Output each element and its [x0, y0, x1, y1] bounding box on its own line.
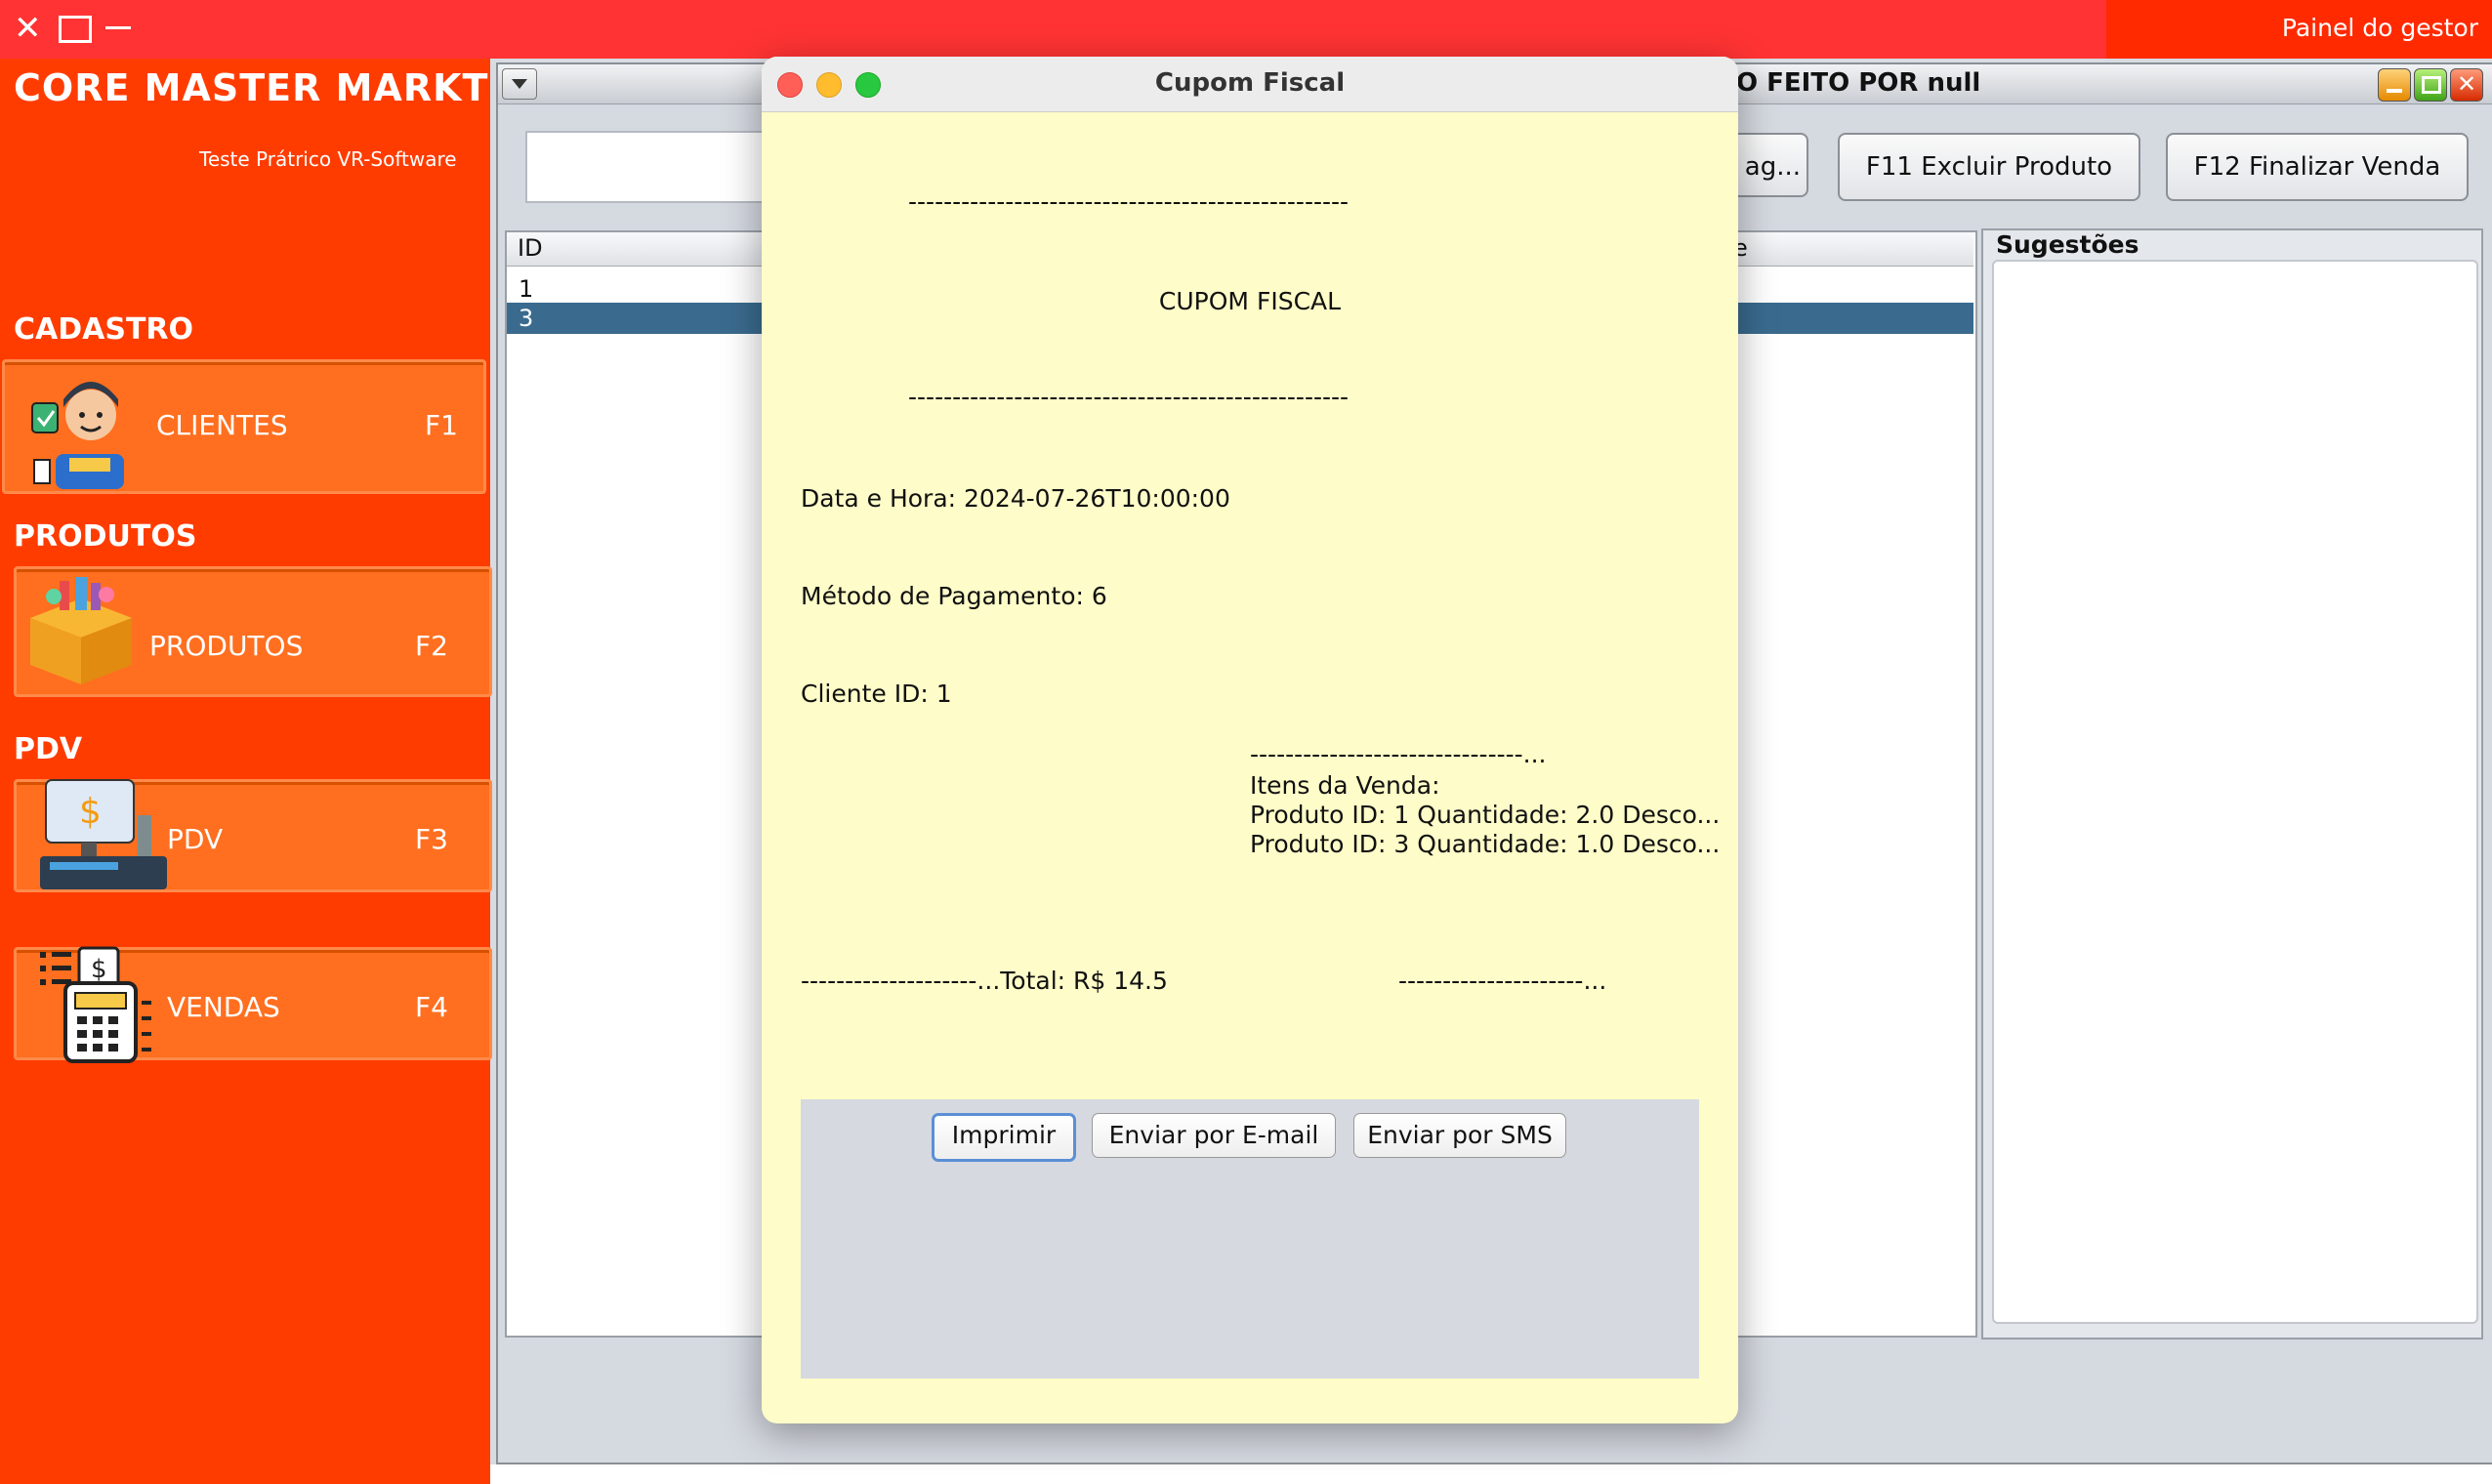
sidebar-item-label: VENDAS: [167, 991, 280, 1023]
frame-close-button[interactable]: ✕: [2450, 68, 2483, 102]
suggestions-title: Sugestões: [1996, 230, 2139, 259]
section-produtos: PRODUTOS: [14, 519, 197, 554]
suggestions-list[interactable]: [1992, 260, 2478, 1324]
pos-terminal-icon: $: [40, 779, 167, 889]
section-pdv: PDV: [14, 732, 83, 766]
frame-minimize-button[interactable]: [2378, 68, 2411, 102]
payment-machine-icon: $: [40, 946, 151, 1063]
sidebar-item-vendas[interactable]: $ VENDAS F4: [14, 946, 492, 1063]
sidebar-item-pdv[interactable]: $ PDV F3: [14, 779, 492, 892]
section-cadastro: CADASTRO: [14, 312, 194, 347]
svg-text:$: $: [79, 792, 102, 832]
shortcut-key: F2: [415, 630, 448, 662]
divider-line: ----------------------------------------…: [908, 187, 1350, 216]
sidebar-item-label: CLIENTES: [156, 409, 288, 441]
product-box-icon: [30, 577, 132, 684]
receipt-client-id: Cliente ID: 1: [801, 680, 952, 708]
send-sms-button[interactable]: Enviar por SMS: [1353, 1113, 1566, 1158]
internal-frame-title: O FEITO POR null: [1736, 68, 1981, 98]
minimize-icon[interactable]: [105, 26, 131, 29]
delete-product-button[interactable]: F11 Excluir Produto: [1838, 133, 2140, 201]
receipt-total: --------------------...Total: R$ 14.5: [801, 967, 1168, 995]
painel-gestor-label[interactable]: Painel do gestor: [2282, 14, 2478, 42]
sidebar-item-produtos[interactable]: PRODUTOS F2: [14, 566, 492, 697]
receipt-item: Produto ID: 3 Quantidade: 1.0 Desco...: [1250, 830, 1721, 858]
divider-line: ----------------------------------------…: [908, 383, 1350, 411]
app-title: CORE MASTER MARKT: [14, 66, 489, 109]
shortcut-key: F4: [415, 991, 448, 1023]
sidebar-item-label: PRODUTOS: [149, 630, 304, 662]
receipt-heading: CUPOM FISCAL: [1158, 287, 1342, 315]
sidebar-item-clientes[interactable]: CLIENTES F1: [2, 359, 486, 494]
chevron-down-icon: [512, 79, 527, 89]
send-email-button[interactable]: Enviar por E-mail: [1092, 1113, 1336, 1158]
cupom-fiscal-dialog: Cupom Fiscal ---------------------------…: [762, 57, 1738, 1423]
frame-menu-button[interactable]: [502, 68, 537, 100]
total-divider: ---------------------...: [1398, 967, 1607, 995]
dialog-title: Cupom Fiscal: [1154, 68, 1346, 98]
client-icon: [31, 382, 124, 489]
frame-maximize-button[interactable]: [2414, 68, 2447, 102]
items-divider: -------------------------------...: [1250, 740, 1547, 768]
shortcut-key: F3: [415, 823, 448, 855]
bottom-strip: [490, 1464, 2492, 1484]
sidebar: [0, 59, 490, 1484]
print-button[interactable]: Imprimir: [932, 1113, 1076, 1162]
receipt-item: Produto ID: 1 Quantidade: 2.0 Desco...: [1250, 801, 1721, 829]
maximize-icon[interactable]: [59, 16, 92, 43]
product-search-input[interactable]: [525, 131, 773, 203]
svg-text:$: $: [91, 955, 107, 984]
close-icon[interactable]: ✕: [14, 10, 42, 47]
column-header-id[interactable]: ID: [518, 234, 543, 262]
receipt-payment-method: Método de Pagamento: 6: [801, 582, 1107, 610]
app-subtitle: Teste Prátrico VR-Software: [199, 147, 457, 171]
shortcut-key: F1: [425, 409, 458, 441]
items-title: Itens da Venda:: [1250, 771, 1440, 800]
finalize-sale-button[interactable]: F12 Finalizar Venda: [2166, 133, 2469, 201]
receipt-datetime: Data e Hora: 2024-07-26T10:00:00: [801, 484, 1230, 513]
sidebar-item-label: PDV: [167, 823, 224, 855]
